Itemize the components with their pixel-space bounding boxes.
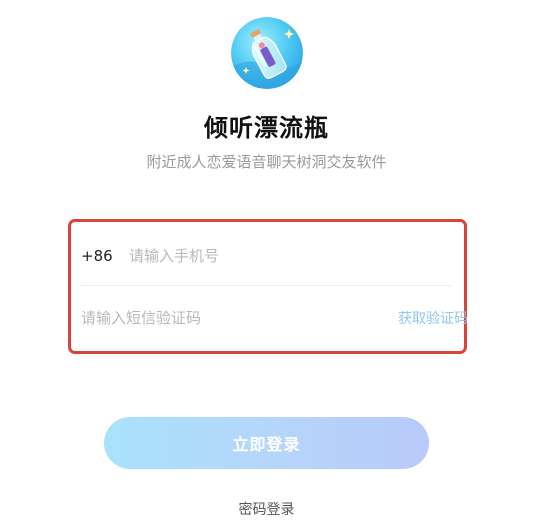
code-row: 获取验证码	[81, 296, 468, 340]
login-button[interactable]: 立即登录	[104, 417, 429, 469]
get-code-button[interactable]: 获取验证码	[398, 308, 468, 328]
divider	[81, 285, 452, 286]
sms-code-input[interactable]	[81, 309, 398, 327]
bottle-icon	[231, 17, 303, 89]
password-login-link[interactable]: 密码登录	[0, 499, 533, 519]
phone-row: +86	[81, 234, 454, 278]
phone-input[interactable]	[129, 247, 454, 265]
app-title: 倾听漂流瓶	[204, 114, 329, 142]
login-form: +86 获取验证码	[68, 219, 468, 354]
app-logo	[231, 17, 303, 89]
country-code[interactable]: +86	[81, 247, 129, 265]
app-subtitle: 附近成人恋爱语音聊天树洞交友软件	[146, 153, 387, 171]
